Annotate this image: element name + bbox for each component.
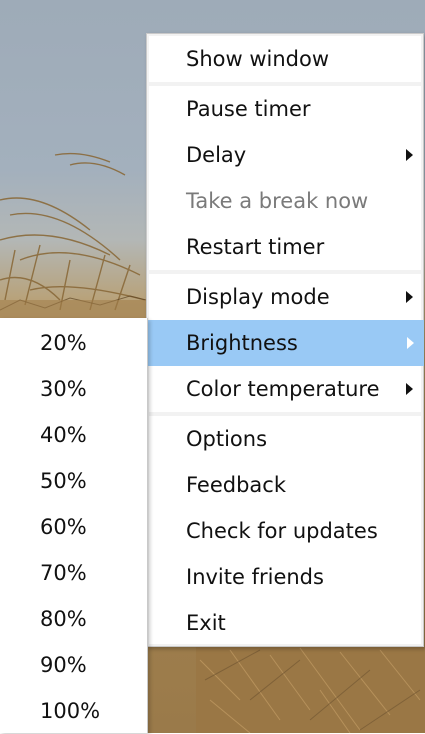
menu-group-timer: Pause timer Delay Take a break now Resta…	[149, 86, 421, 270]
brightness-option-label: 20%	[40, 331, 87, 355]
brightness-option-label: 50%	[40, 469, 87, 493]
menu-item-show-window[interactable]: Show window	[149, 36, 421, 82]
tray-context-menu: Show window Pause timer Delay Take a bre…	[146, 33, 424, 647]
brightness-option-label: 60%	[40, 515, 87, 539]
menu-item-take-a-break-now: Take a break now	[149, 178, 421, 224]
brightness-option-100[interactable]: 100%	[0, 688, 147, 734]
brightness-option-label: 80%	[40, 607, 87, 631]
menu-item-label: Exit	[186, 611, 226, 635]
menu-group-app: Options Feedback Check for updates Invit…	[149, 416, 421, 644]
menu-item-options[interactable]: Options	[149, 416, 421, 462]
brightness-option-20[interactable]: 20%	[0, 320, 147, 366]
brightness-option-60[interactable]: 60%	[0, 504, 147, 550]
menu-item-restart-timer[interactable]: Restart timer	[149, 224, 421, 270]
menu-item-brightness[interactable]: Brightness	[147, 320, 424, 366]
brightness-option-50[interactable]: 50%	[0, 458, 147, 504]
brightness-option-70[interactable]: 70%	[0, 550, 147, 596]
brightness-option-90[interactable]: 90%	[0, 642, 147, 688]
menu-group-window: Show window	[149, 36, 421, 82]
menu-item-label: Pause timer	[186, 97, 311, 121]
brightness-option-label: 40%	[40, 423, 87, 447]
brightness-option-label: 100%	[40, 699, 101, 723]
menu-item-label: Options	[186, 427, 268, 451]
menu-item-display-mode[interactable]: Display mode	[149, 274, 421, 320]
chevron-right-icon	[406, 149, 413, 161]
menu-item-label: Color temperature	[186, 377, 380, 401]
brightness-option-label: 30%	[40, 377, 87, 401]
menu-item-label: Display mode	[186, 285, 330, 309]
menu-item-color-temperature[interactable]: Color temperature	[149, 366, 421, 412]
menu-item-label: Show window	[186, 47, 330, 71]
menu-item-label: Restart timer	[186, 235, 325, 259]
menu-item-label: Take a break now	[186, 189, 369, 213]
menu-group-display: Display mode Brightness Color temperatur…	[147, 274, 424, 412]
menu-item-delay[interactable]: Delay	[149, 132, 421, 178]
menu-item-label: Check for updates	[186, 519, 378, 543]
menu-item-exit[interactable]: Exit	[149, 600, 421, 646]
menu-item-pause-timer[interactable]: Pause timer	[149, 86, 421, 132]
menu-item-label: Feedback	[186, 473, 287, 497]
brightness-option-40[interactable]: 40%	[0, 412, 147, 458]
brightness-option-30[interactable]: 30%	[0, 366, 147, 412]
menu-item-check-for-updates[interactable]: Check for updates	[149, 508, 421, 554]
menu-item-label: Invite friends	[186, 565, 324, 589]
chevron-right-icon	[407, 337, 414, 349]
menu-item-label: Brightness	[186, 331, 298, 355]
menu-item-label: Delay	[186, 143, 247, 167]
brightness-option-80[interactable]: 80%	[0, 596, 147, 642]
chevron-right-icon	[406, 383, 413, 395]
brightness-option-label: 70%	[40, 561, 87, 585]
menu-item-invite-friends[interactable]: Invite friends	[149, 554, 421, 600]
brightness-option-label: 90%	[40, 653, 87, 677]
chevron-right-icon	[406, 291, 413, 303]
brightness-submenu: 20% 30% 40% 50% 60% 70% 80% 90% 100%	[0, 318, 148, 733]
menu-item-feedback[interactable]: Feedback	[149, 462, 421, 508]
